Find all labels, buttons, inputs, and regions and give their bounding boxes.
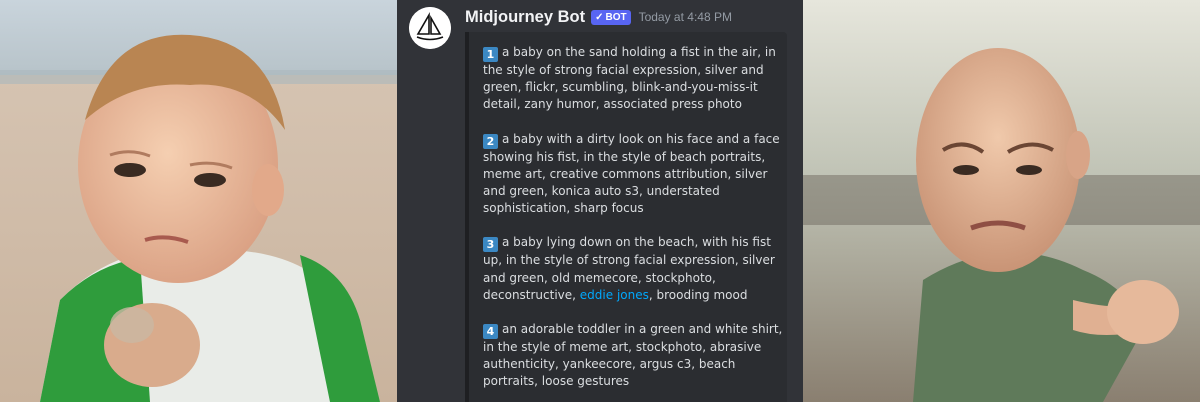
prompt-item-1: 1a baby on the sand holding a fist in th… [483, 44, 783, 114]
prompt-item-4: 4 an adorable toddler in a green and whit… [483, 321, 783, 391]
prompt-text-3-end: , brooding mood [648, 287, 748, 302]
midjourney-sailboat-icon [409, 7, 451, 49]
prompt-text-4: an adorable toddler in a green and white… [483, 322, 783, 389]
number-badge-4: 4 [483, 324, 498, 340]
left-photo [0, 0, 397, 402]
bot-tag-label: BOT [605, 11, 627, 23]
message-header: Midjourney Bot ✓ BOT Today at 4:48 PM [465, 6, 732, 28]
message-timestamp[interactable]: Today at 4:48 PM [639, 10, 732, 24]
number-badge-2: 2 [483, 133, 498, 149]
prompt-text-2: a baby with a dirty look on his face and… [483, 131, 780, 216]
author-name[interactable]: Midjourney Bot [465, 8, 585, 27]
prompt-list: 1a baby on the sand holding a fist in th… [483, 44, 783, 402]
number-badge-1: 1 [483, 47, 498, 62]
message-embed: 1a baby on the sand holding a fist in th… [465, 32, 787, 402]
bot-avatar[interactable] [409, 7, 451, 49]
discord-message-pane: Midjourney Bot ✓ BOT Today at 4:48 PM 1a… [397, 0, 803, 402]
right-photo [803, 0, 1200, 402]
number-badge-3: 3 [483, 237, 498, 253]
prompt-item-2: 2a baby with a dirty look on his face an… [483, 131, 783, 218]
verified-check-icon: ✓ [595, 11, 604, 23]
bot-badge: ✓ BOT [591, 9, 631, 25]
ai-baby-photo [803, 0, 1200, 402]
prompt-item-3: 3a baby lying down on the beach, with hi… [483, 234, 783, 304]
artist-link[interactable]: eddie jones [580, 288, 649, 302]
baby-fist-photo [0, 0, 397, 402]
prompt-text-1: a baby on the sand holding a fist in the… [483, 45, 776, 112]
